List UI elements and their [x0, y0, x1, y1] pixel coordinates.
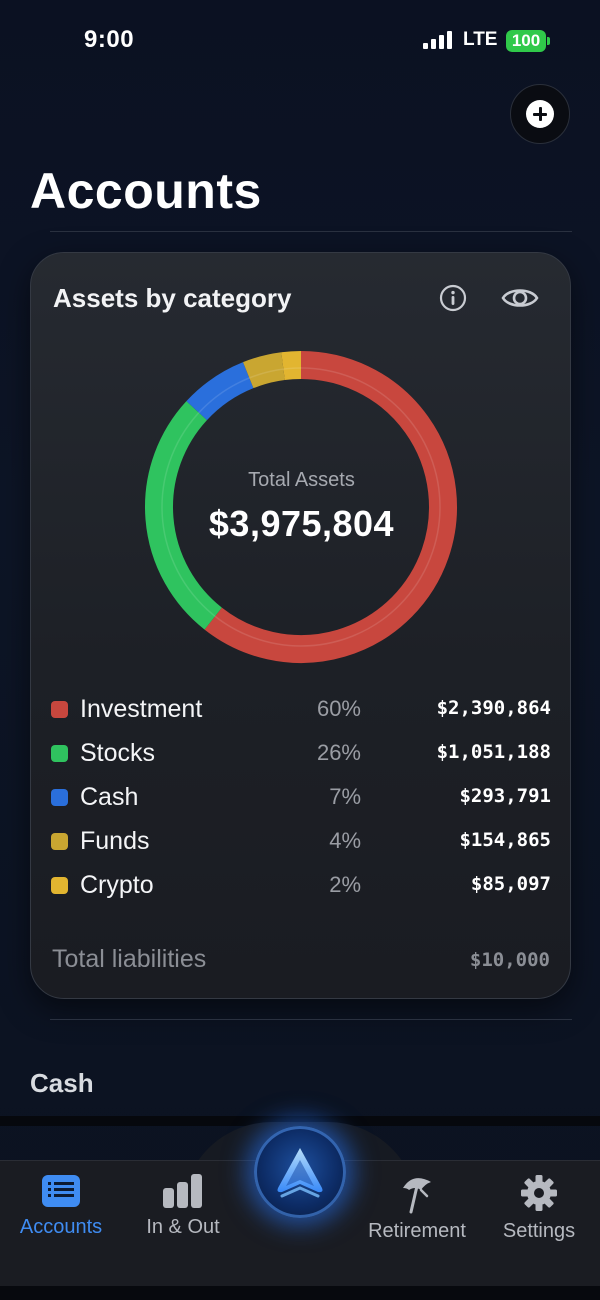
legend-percent: 2% [329, 872, 361, 897]
status-bar: 9:00 LTE 100 [0, 0, 600, 84]
total-assets-label: Total Assets [248, 469, 355, 491]
tab-label: Accounts [19, 1216, 103, 1238]
liabilities-value: $10,000 [469, 949, 550, 971]
legend-amount: $85,097 [470, 873, 551, 895]
legend-percent: 7% [329, 784, 361, 809]
info-icon[interactable] [439, 284, 467, 312]
battery-cap [547, 37, 550, 45]
legend-name: Cash [80, 783, 139, 811]
legend-name: Stocks [80, 739, 156, 767]
legend-swatch [51, 701, 68, 718]
legend-amount: $154,865 [459, 829, 551, 851]
center-app-button[interactable] [254, 1126, 346, 1218]
tab-settings[interactable]: Settings [494, 1174, 584, 1243]
legend-swatch [51, 789, 68, 806]
status-time: 9:00 [84, 26, 135, 53]
legend-name: Funds [80, 827, 150, 855]
legend-name: Crypto [80, 871, 154, 899]
header-divider [50, 231, 572, 232]
legend-amount: $1,051,188 [436, 741, 551, 763]
card-title: Assets by category [53, 283, 292, 313]
add-account-button[interactable] [510, 84, 570, 144]
gear-icon [521, 1175, 557, 1211]
assets-card: Assets by category Total Assets $3,975,8… [30, 252, 571, 999]
tab-label: Retirement [368, 1220, 466, 1242]
tab-label: In & Out [146, 1216, 220, 1238]
bar-chart-icon [163, 1174, 202, 1208]
beach-umbrella-icon [403, 1178, 431, 1214]
legend-name: Investment [80, 695, 203, 723]
section-title-cash: Cash [30, 1068, 94, 1098]
signal-icon [423, 31, 455, 49]
tab-bar-bottom-strip [0, 1286, 600, 1300]
page-title: Accounts [30, 163, 262, 219]
legend-row-crypto[interactable]: Crypto 2% $85,097 [51, 867, 551, 903]
tab-retirement[interactable]: Retirement [360, 1174, 474, 1243]
legend-percent: 60% [316, 696, 361, 721]
legend-percent: 4% [329, 828, 361, 853]
legend-swatch [51, 833, 68, 850]
tab-in-out[interactable]: In & Out [136, 1174, 230, 1239]
legend-swatch [51, 745, 68, 762]
app-logo-icon [277, 1148, 323, 1198]
legend-row-investment[interactable]: Investment 60% $2,390,864 [51, 691, 551, 727]
tab-accounts[interactable]: Accounts [12, 1174, 110, 1239]
battery-icon: 100 [506, 30, 546, 52]
legend-swatch [51, 877, 68, 894]
section-divider [50, 1019, 572, 1020]
legend-percent: 26% [316, 740, 361, 765]
total-assets-value: $3,975,804 [208, 503, 395, 544]
legend-amount: $2,390,864 [436, 697, 551, 719]
legend-amount: $293,791 [459, 785, 551, 807]
eye-icon[interactable] [501, 285, 539, 311]
legend-row-funds[interactable]: Funds 4% $154,865 [51, 823, 551, 859]
tab-bar: Accounts In & Out Retirement Settings [0, 1116, 600, 1300]
liabilities-label: Total liabilities [52, 945, 207, 973]
donut-slice-crypto [281, 351, 302, 381]
plus-icon [526, 100, 554, 128]
legend-row-cash[interactable]: Cash 7% $293,791 [51, 779, 551, 815]
network-type: LTE [463, 29, 498, 50]
legend-row-stocks[interactable]: Stocks 26% $1,051,188 [51, 735, 551, 771]
list-icon [42, 1175, 80, 1207]
tab-label: Settings [502, 1220, 576, 1242]
